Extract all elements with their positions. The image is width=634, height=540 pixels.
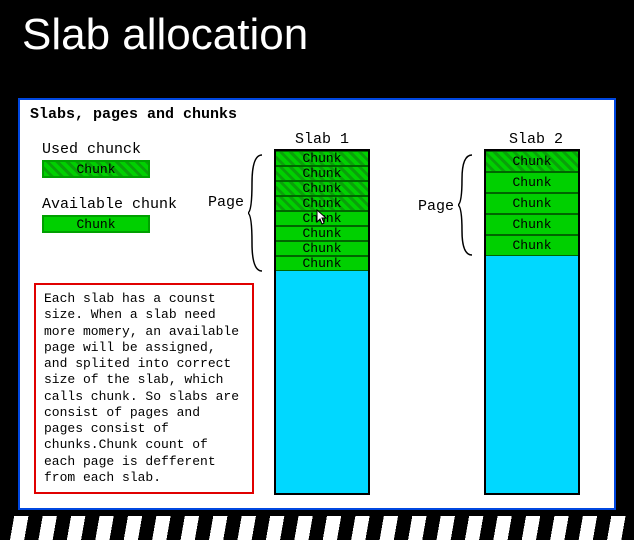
chunk: Chunk [276,211,368,226]
legend-used-label: Used chunck [42,141,212,158]
slab1-label: Slab 1 [274,131,370,148]
chunk: Chunk [486,214,578,235]
slab2-page-label: Page [418,198,454,215]
diagram-panel: Slabs, pages and chunks Used chunck Chun… [18,98,616,510]
chunk: Chunk [486,172,578,193]
chunk: Chunk [486,193,578,214]
slab2: ChunkChunkChunkChunkChunk [484,149,580,495]
legend: Used chunck Chunk Available chunk Chunk [42,141,212,251]
diagram-content: Used chunck Chunk Available chunk Chunk … [20,127,614,507]
slab1: ChunkChunkChunkChunkChunkChunkChunkChunk [274,149,370,495]
chunk: Chunk [276,241,368,256]
chunk: Chunk [486,235,578,256]
slab1-page-label: Page [208,194,244,211]
diagram-header: Slabs, pages and chunks [20,100,614,127]
slab2-label: Slab 2 [488,131,584,148]
chunk: Chunk [276,196,368,211]
legend-used-row: Used chunck Chunk [42,141,212,178]
brace-icon [458,153,474,257]
chunk: Chunk [276,181,368,196]
description-box: Each slab has a counst size. When a slab… [34,283,254,494]
chunk: Chunk [276,151,368,166]
legend-avail-row: Available chunk Chunk [42,196,212,233]
brace-icon [248,153,264,273]
zebra-decoration [0,516,634,540]
chunk: Chunk [276,226,368,241]
page-title: Slab allocation [0,0,634,60]
chunk: Chunk [276,256,368,271]
legend-avail-label: Available chunk [42,196,212,213]
chunk: Chunk [486,151,578,172]
legend-avail-chip: Chunk [42,215,150,233]
legend-used-chip: Chunk [42,160,150,178]
chunk: Chunk [276,166,368,181]
